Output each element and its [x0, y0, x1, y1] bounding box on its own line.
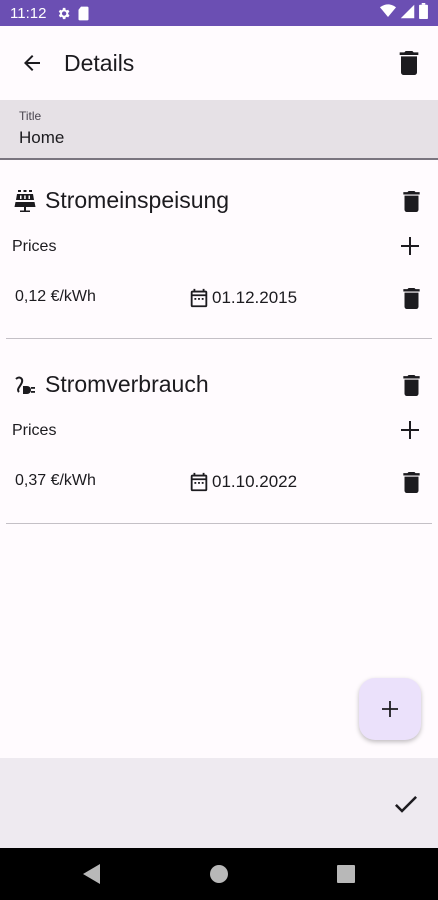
plus-icon — [382, 701, 398, 717]
title-field-value[interactable]: Home — [19, 128, 64, 148]
title-field[interactable]: Title Home — [0, 100, 438, 160]
section-header: Stromverbrauch — [0, 362, 438, 408]
add-price-button[interactable] — [397, 417, 423, 443]
delete-price-button[interactable] — [398, 284, 424, 312]
status-bar: 11:12 — [0, 0, 438, 26]
nav-back-icon — [83, 864, 100, 884]
divider — [6, 338, 432, 339]
save-button[interactable] — [392, 791, 420, 819]
trash-icon — [402, 471, 420, 493]
trash-icon — [402, 190, 420, 212]
calendar-icon — [190, 472, 208, 492]
settings-icon — [56, 6, 71, 21]
price-item[interactable]: 0,37 €/kWh 01.10.2022 — [0, 462, 438, 502]
nav-recents-button[interactable] — [334, 862, 358, 886]
add-price-button[interactable] — [397, 233, 423, 259]
price-item[interactable]: 0,12 €/kWh 01.12.2015 — [0, 278, 438, 318]
calendar-icon — [190, 288, 208, 308]
plus-icon — [401, 421, 419, 439]
delete-section-button[interactable] — [398, 371, 424, 399]
check-icon — [395, 796, 417, 813]
section-title: Stromverbrauch — [45, 371, 209, 397]
prices-label: Prices — [12, 238, 57, 255]
prices-row: Prices — [0, 230, 438, 264]
page-title: Details — [64, 49, 135, 76]
price-date: 01.12.2015 — [212, 288, 298, 307]
delete-section-button[interactable] — [398, 187, 424, 215]
battery-icon — [419, 3, 428, 23]
solar-panel-icon — [14, 190, 36, 212]
nav-home-button[interactable] — [207, 862, 231, 886]
plus-icon — [401, 237, 419, 255]
signal-icon — [400, 4, 415, 23]
nav-recents-icon — [337, 865, 355, 883]
system-nav-bar — [0, 848, 438, 900]
trash-icon — [399, 51, 419, 75]
bottom-app-bar — [0, 758, 438, 848]
nav-back-button[interactable] — [80, 862, 104, 886]
price-amount[interactable]: 0,37 €/kWh — [15, 472, 96, 490]
wifi-icon — [380, 4, 396, 22]
delete-button[interactable] — [394, 48, 424, 78]
price-amount[interactable]: 0,12 €/kWh — [15, 288, 96, 306]
section-header: Stromeinspeisung — [0, 178, 438, 224]
app-bar: Details — [0, 26, 438, 100]
prices-label: Prices — [12, 422, 57, 439]
status-time: 11:12 — [10, 4, 47, 22]
divider — [6, 523, 432, 524]
trash-icon — [402, 287, 420, 309]
title-field-label: Title — [19, 109, 42, 123]
back-button[interactable] — [0, 26, 64, 100]
arrow-back-icon — [24, 55, 40, 71]
price-date-picker[interactable]: 01.10.2022 — [188, 468, 297, 496]
delete-price-button[interactable] — [398, 468, 424, 496]
nav-home-icon — [210, 865, 228, 883]
sd-card-icon — [77, 6, 90, 21]
price-date-picker[interactable]: 01.12.2015 — [188, 284, 297, 312]
plug-icon — [15, 376, 35, 394]
section-title: Stromeinspeisung — [45, 187, 230, 213]
add-section-button[interactable] — [359, 678, 421, 740]
trash-icon — [402, 374, 420, 396]
prices-row: Prices — [0, 414, 438, 448]
price-date: 01.10.2022 — [212, 472, 298, 491]
